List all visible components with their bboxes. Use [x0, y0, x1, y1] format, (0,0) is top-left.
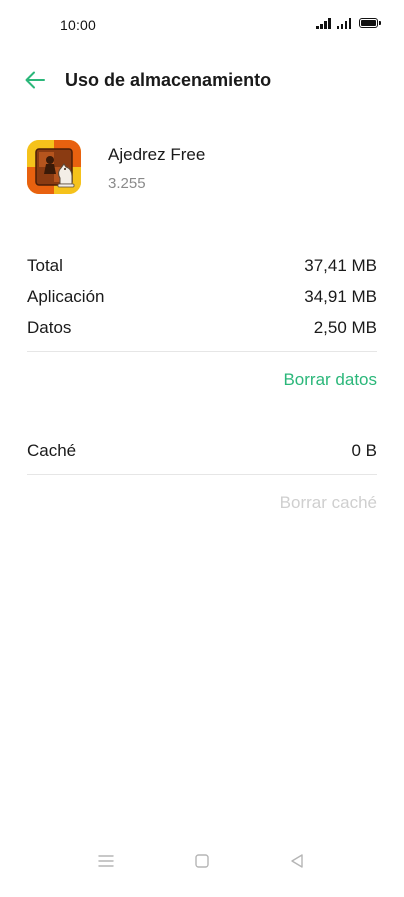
battery-icon — [359, 18, 381, 28]
header: Uso de almacenamiento — [0, 58, 404, 102]
storage-label: Total — [27, 256, 63, 275]
page-title: Uso de almacenamiento — [65, 70, 272, 90]
back-triangle-icon — [291, 854, 303, 868]
storage-label: Aplicación — [27, 287, 105, 306]
back-button[interactable] — [20, 66, 50, 94]
divider — [27, 474, 377, 475]
cache-label: Caché — [27, 441, 77, 460]
status-time: 10:00 — [60, 17, 97, 33]
storage-value: 2,50 MB — [313, 318, 377, 337]
cache-row: Caché 0 B — [27, 441, 377, 461]
signal-icon — [336, 17, 351, 29]
divider — [27, 351, 377, 352]
cache-value: 0 B — [351, 441, 377, 460]
home-icon — [195, 854, 209, 868]
home-button[interactable] — [190, 849, 214, 873]
back-nav-button[interactable] — [285, 849, 309, 873]
storage-value: 34,91 MB — [304, 287, 377, 306]
status-icons — [316, 17, 381, 29]
signal-icon — [316, 17, 331, 29]
storage-row-data: Datos 2,50 MB — [27, 318, 377, 338]
app-info: Ajedrez Free 3.255 — [27, 139, 377, 197]
chess-app-icon — [27, 140, 81, 194]
app-version: 3.255 — [108, 175, 146, 192]
clear-cache-button[interactable]: Borrar caché — [280, 493, 377, 513]
storage-label: Datos — [27, 318, 72, 337]
storage-row-total: Total 37,41 MB — [27, 256, 377, 276]
navigation-bar — [0, 841, 404, 897]
arrow-left-icon — [25, 71, 45, 89]
menu-icon — [98, 855, 114, 867]
status-bar: 10:00 — [0, 0, 404, 50]
storage-value: 37,41 MB — [304, 256, 377, 275]
app-name: Ajedrez Free — [108, 145, 206, 164]
clear-data-button[interactable]: Borrar datos — [283, 370, 377, 390]
recent-apps-button[interactable] — [94, 849, 118, 873]
storage-row-app: Aplicación 34,91 MB — [27, 287, 377, 307]
